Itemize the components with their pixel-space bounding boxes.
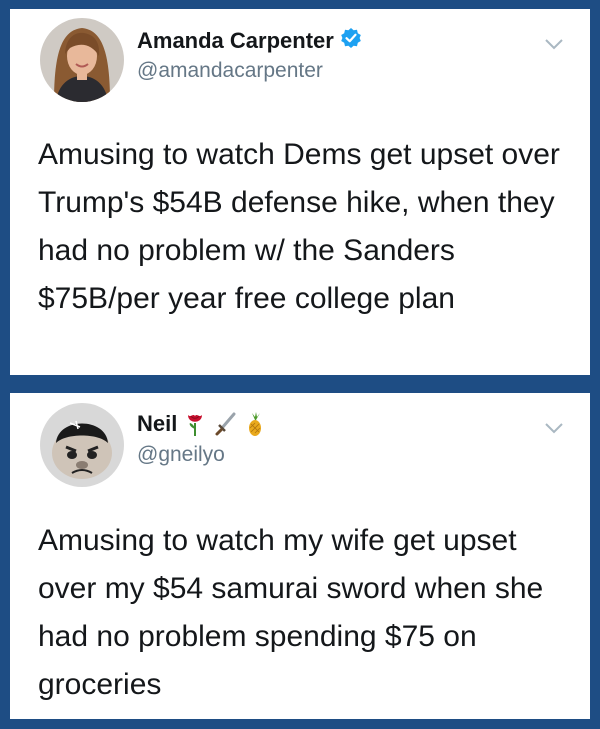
rose-icon: [183, 411, 207, 437]
author-name[interactable]: Neil: [137, 411, 177, 437]
tweet-card[interactable]: Neil @gneilyo Amusing to watch my wife g…: [10, 393, 590, 719]
chevron-down-icon[interactable]: [544, 37, 564, 51]
tweet-card[interactable]: Amanda Carpenter @amandacarpenter Amusin…: [10, 9, 590, 375]
pineapple-icon: [243, 411, 267, 437]
author-avatar[interactable]: [40, 18, 124, 102]
chevron-down-icon[interactable]: [544, 421, 564, 435]
tweet-text: Amusing to watch my wife get upset over …: [38, 524, 544, 701]
verified-badge-icon: [340, 27, 362, 54]
author-handle[interactable]: @gneilyo: [137, 443, 225, 467]
author-handle[interactable]: @amandacarpenter: [137, 59, 323, 83]
tweet-text: Amusing to watch Dems get upset over Tru…: [38, 138, 560, 315]
dagger-icon: [213, 411, 237, 437]
author-avatar[interactable]: [40, 403, 124, 487]
author-name[interactable]: Amanda Carpenter: [137, 28, 334, 54]
